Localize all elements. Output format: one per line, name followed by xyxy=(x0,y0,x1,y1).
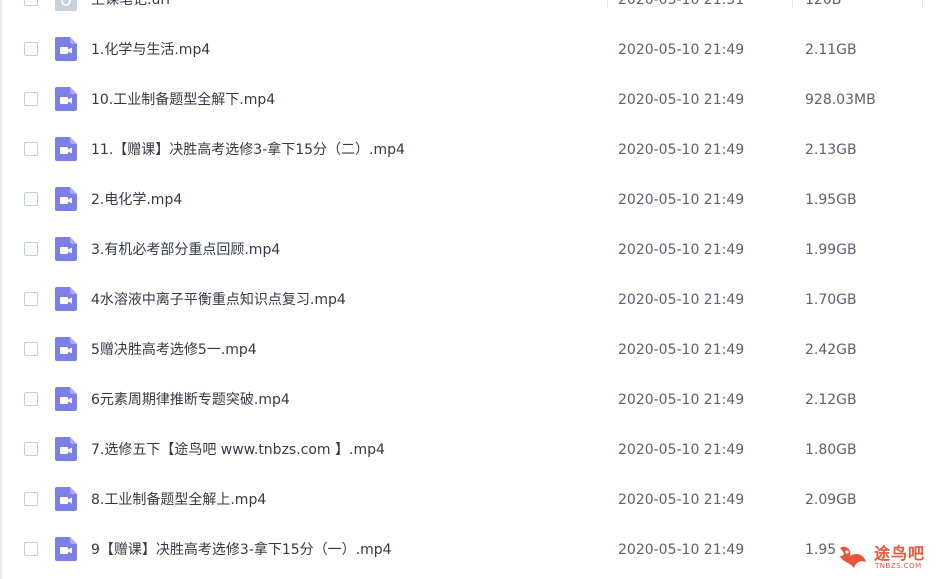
file-name-link[interactable]: 5赠决胜高考选修5一.mp4 xyxy=(91,340,257,360)
file-size: 2.09GB xyxy=(805,492,857,508)
file-modified-date: 2020-05-10 21:49 xyxy=(618,192,745,208)
file-select-checkbox[interactable] xyxy=(24,242,38,256)
file-select-checkbox[interactable] xyxy=(24,92,38,106)
file-modified-date: 2020-05-10 21:49 xyxy=(618,242,745,258)
file-select-checkbox[interactable] xyxy=(24,542,38,556)
file-row[interactable]: 11.【赠课】决胜高考选修3-拿下15分（二）.mp4 2020-05-10 21… xyxy=(0,125,937,175)
file-size: 1.99GB xyxy=(805,242,857,258)
file-row[interactable]: 1.化学与生活.mp4 2020-05-10 21:49 2.11GB xyxy=(0,25,937,75)
file-select-checkbox[interactable] xyxy=(24,342,38,356)
file-modified-date: 2020-05-10 21:49 xyxy=(618,342,745,358)
file-select-checkbox[interactable] xyxy=(24,0,38,6)
file-size: 928.03MB xyxy=(805,92,876,108)
video-file-icon xyxy=(55,387,77,411)
file-modified-date: 2020-05-10 21:49 xyxy=(618,292,745,308)
file-name-link[interactable]: 1.化学与生活.mp4 xyxy=(91,40,210,60)
file-select-checkbox[interactable] xyxy=(24,492,38,506)
file-row[interactable]: 2.电化学.mp4 2020-05-10 21:49 1.95GB xyxy=(0,175,937,225)
file-modified-date: 2020-05-10 21:49 xyxy=(618,492,745,508)
file-name-link[interactable]: 11.【赠课】决胜高考选修3-拿下15分（二）.mp4 xyxy=(91,140,405,160)
file-select-checkbox[interactable] xyxy=(24,392,38,406)
file-name-link[interactable]: 9【赠课】决胜高考选修3-拿下15分（一）.mp4 xyxy=(91,540,392,560)
file-row[interactable]: 8.工业制备题型全解上.mp4 2020-05-10 21:49 2.09GB xyxy=(0,475,937,525)
video-file-icon xyxy=(55,287,77,311)
file-row[interactable]: 3.有机必考部分重点回顾.mp4 2020-05-10 21:49 1.99GB xyxy=(0,225,937,275)
file-size: 1.70GB xyxy=(805,292,857,308)
video-file-icon xyxy=(55,437,77,461)
video-file-icon xyxy=(55,87,77,111)
file-size: 2.42GB xyxy=(805,342,857,358)
file-modified-date: 2020-05-10 21:49 xyxy=(618,42,745,58)
video-file-icon xyxy=(55,537,77,561)
file-row[interactable]: 4水溶液中离子平衡重点知识点复习.mp4 2020-05-10 21:49 1.70… xyxy=(0,275,937,325)
video-file-icon xyxy=(55,237,77,261)
file-modified-date: 2020-05-10 21:49 xyxy=(618,92,745,108)
file-row[interactable]: 5赠决胜高考选修5一.mp4 2020-05-10 21:49 2.42GB xyxy=(0,325,937,375)
file-list: 上课笔记.url 2020-05-10 21:51 120B 1.化学与生活.mp4 2… xyxy=(0,0,937,575)
file-row[interactable]: 7.选修五下【途鸟吧 www.tnbzs.com 】.mp4 2020-05-10… xyxy=(0,425,937,475)
file-row[interactable]: 10.工业制备题型全解下.mp4 2020-05-10 21:49 928.03MB xyxy=(0,75,937,125)
url-file-icon xyxy=(55,0,77,11)
video-file-icon xyxy=(55,37,77,61)
file-browser: 上课笔记.url 2020-05-10 21:51 120B 1.化学与生活.mp4 2… xyxy=(0,0,937,579)
video-file-icon xyxy=(55,137,77,161)
file-name-link[interactable]: 10.工业制备题型全解下.mp4 xyxy=(91,90,275,110)
file-size: 120B xyxy=(805,0,842,8)
file-modified-date: 2020-05-10 21:49 xyxy=(618,392,745,408)
file-name-link[interactable]: 上课笔记.url xyxy=(91,0,170,10)
file-modified-date: 2020-05-10 21:49 xyxy=(618,442,745,458)
file-select-checkbox[interactable] xyxy=(24,42,38,56)
file-name-link[interactable]: 4水溶液中离子平衡重点知识点复习.mp4 xyxy=(91,290,346,310)
file-row[interactable]: 上课笔记.url 2020-05-10 21:51 120B xyxy=(0,0,937,25)
file-select-checkbox[interactable] xyxy=(24,192,38,206)
video-file-icon xyxy=(55,337,77,361)
file-modified-date: 2020-05-10 21:49 xyxy=(618,542,745,558)
file-size: 1.80GB xyxy=(805,442,857,458)
file-modified-date: 2020-05-10 21:51 xyxy=(618,0,745,8)
file-modified-date: 2020-05-10 21:49 xyxy=(618,142,745,158)
video-file-icon xyxy=(55,187,77,211)
file-select-checkbox[interactable] xyxy=(24,142,38,156)
file-size: 2.12GB xyxy=(805,392,857,408)
file-name-link[interactable]: 7.选修五下【途鸟吧 www.tnbzs.com 】.mp4 xyxy=(91,440,385,460)
file-name-link[interactable]: 2.电化学.mp4 xyxy=(91,190,182,210)
file-select-checkbox[interactable] xyxy=(24,292,38,306)
file-size: 1.95GB xyxy=(805,192,857,208)
file-name-link[interactable]: 8.工业制备题型全解上.mp4 xyxy=(91,490,266,510)
file-size: 2.13GB xyxy=(805,142,857,158)
file-name-link[interactable]: 3.有机必考部分重点回顾.mp4 xyxy=(91,240,280,260)
file-size: 2.11GB xyxy=(805,42,857,58)
file-row[interactable]: 6元素周期律推断专题突破.mp4 2020-05-10 21:49 2.12GB xyxy=(0,375,937,425)
video-file-icon xyxy=(55,487,77,511)
file-name-link[interactable]: 6元素周期律推断专题突破.mp4 xyxy=(91,390,290,410)
file-row[interactable]: 9【赠课】决胜高考选修3-拿下15分（一）.mp4 2020-05-10 21:4… xyxy=(0,525,937,575)
file-size: 1.95 xyxy=(805,542,837,558)
file-select-checkbox[interactable] xyxy=(24,442,38,456)
